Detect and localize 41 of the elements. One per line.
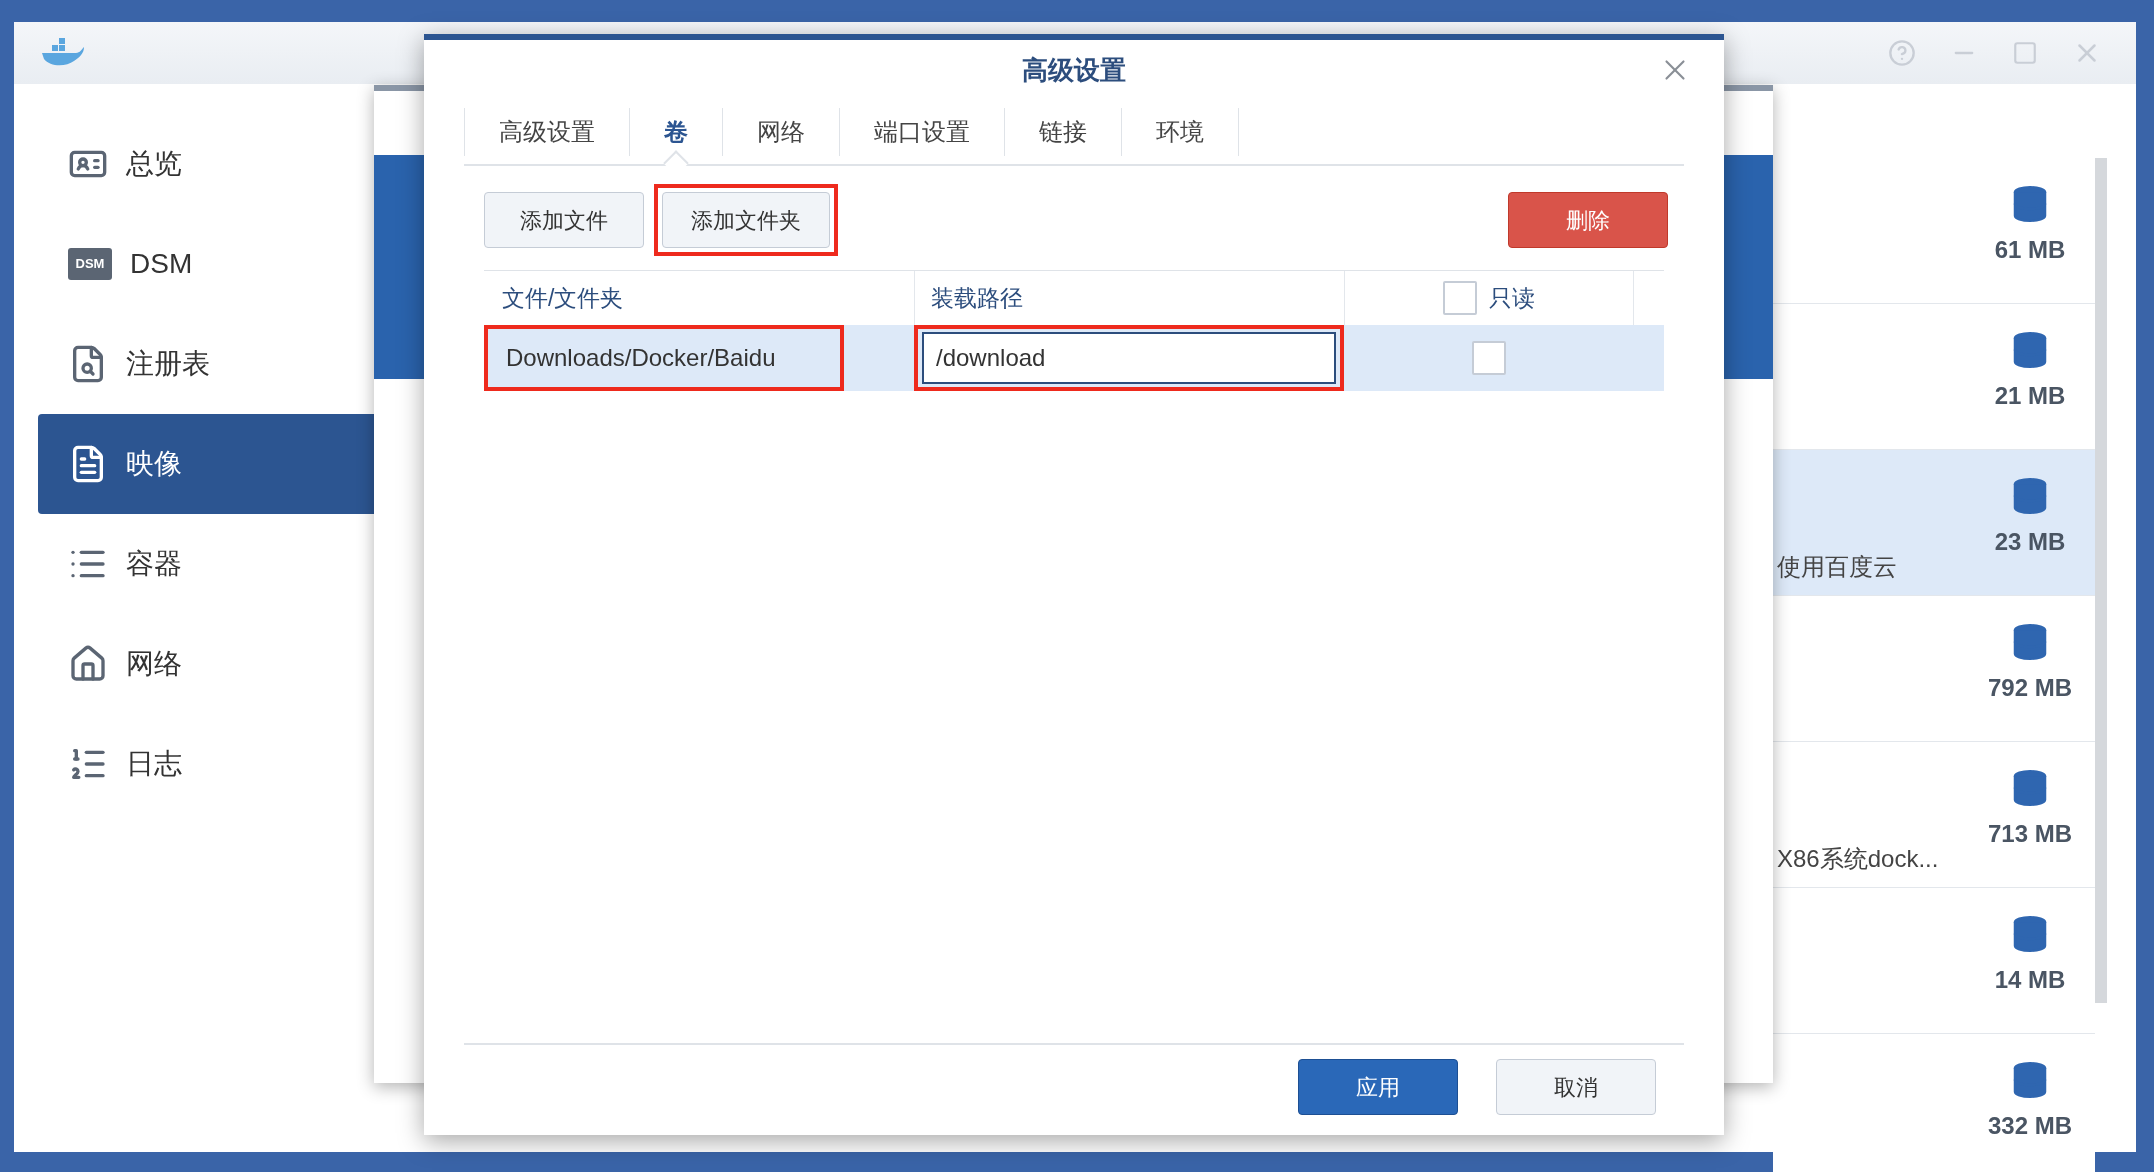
checkbox[interactable] bbox=[1472, 341, 1506, 375]
table-cell: Downloads/Docker/Baidu bbox=[484, 325, 844, 391]
sidebar-item[interactable]: 日志 bbox=[38, 714, 374, 814]
action-button[interactable]: 取消 bbox=[1496, 1059, 1656, 1115]
image-size: 713 MB bbox=[1987, 819, 2072, 849]
action-button[interactable]: 添加文件夹 bbox=[662, 192, 830, 248]
image-size: 14 MB bbox=[1994, 965, 2066, 995]
image-size: 21 MB bbox=[1994, 381, 2066, 411]
action-button[interactable]: 删除 bbox=[1508, 192, 1668, 248]
dialog-tab[interactable]: 端口设置 bbox=[840, 108, 1005, 156]
image-list-row[interactable]: 使用百度云 23 MB bbox=[1773, 450, 2095, 596]
column-header: 文件/文件夹 bbox=[501, 283, 625, 313]
path-input[interactable]: /download bbox=[922, 332, 1336, 384]
house-icon bbox=[68, 644, 108, 684]
sidebar-item[interactable]: 映像 bbox=[38, 414, 374, 514]
dialog-tab[interactable]: 网络 bbox=[723, 108, 840, 156]
dialog-tab[interactable]: 高级设置 bbox=[464, 108, 630, 156]
action-button[interactable]: 应用 bbox=[1298, 1059, 1458, 1115]
column-header: 只读 bbox=[1489, 283, 1535, 313]
sidebar-item[interactable]: 容器 bbox=[38, 514, 374, 614]
sidebar-item[interactable]: DSM DSM bbox=[38, 214, 374, 314]
checkbox[interactable] bbox=[1443, 281, 1477, 315]
dsm-icon: DSM bbox=[68, 248, 112, 280]
image-size: 23 MB bbox=[1994, 527, 2066, 557]
dialog-tab[interactable]: 卷 bbox=[630, 108, 723, 156]
sidebar-item[interactable]: 注册表 bbox=[38, 314, 374, 414]
help-icon[interactable] bbox=[1888, 39, 1916, 67]
action-button[interactable]: 添加文件 bbox=[484, 192, 644, 248]
image-size: 792 MB bbox=[1987, 673, 2072, 703]
image-size: 61 MB bbox=[1994, 235, 2066, 265]
dialog-title: 高级设置 bbox=[1022, 53, 1126, 87]
image-size: 332 MB bbox=[1987, 1111, 2072, 1141]
table-row[interactable]: Downloads/Docker/Baidu /download bbox=[484, 325, 1664, 391]
column-header: 装载路径 bbox=[914, 271, 1344, 325]
dialog-tab[interactable]: 环境 bbox=[1122, 108, 1239, 156]
sidebar-item[interactable]: 总览 bbox=[38, 114, 374, 214]
sidebar-item[interactable]: 网络 bbox=[38, 614, 374, 714]
image-description: X86系统dock... bbox=[1777, 844, 1939, 874]
image-description: 使用百度云 bbox=[1777, 552, 1897, 582]
dialog-tab[interactable]: 链接 bbox=[1005, 108, 1122, 156]
maximize-icon[interactable] bbox=[2012, 40, 2038, 66]
